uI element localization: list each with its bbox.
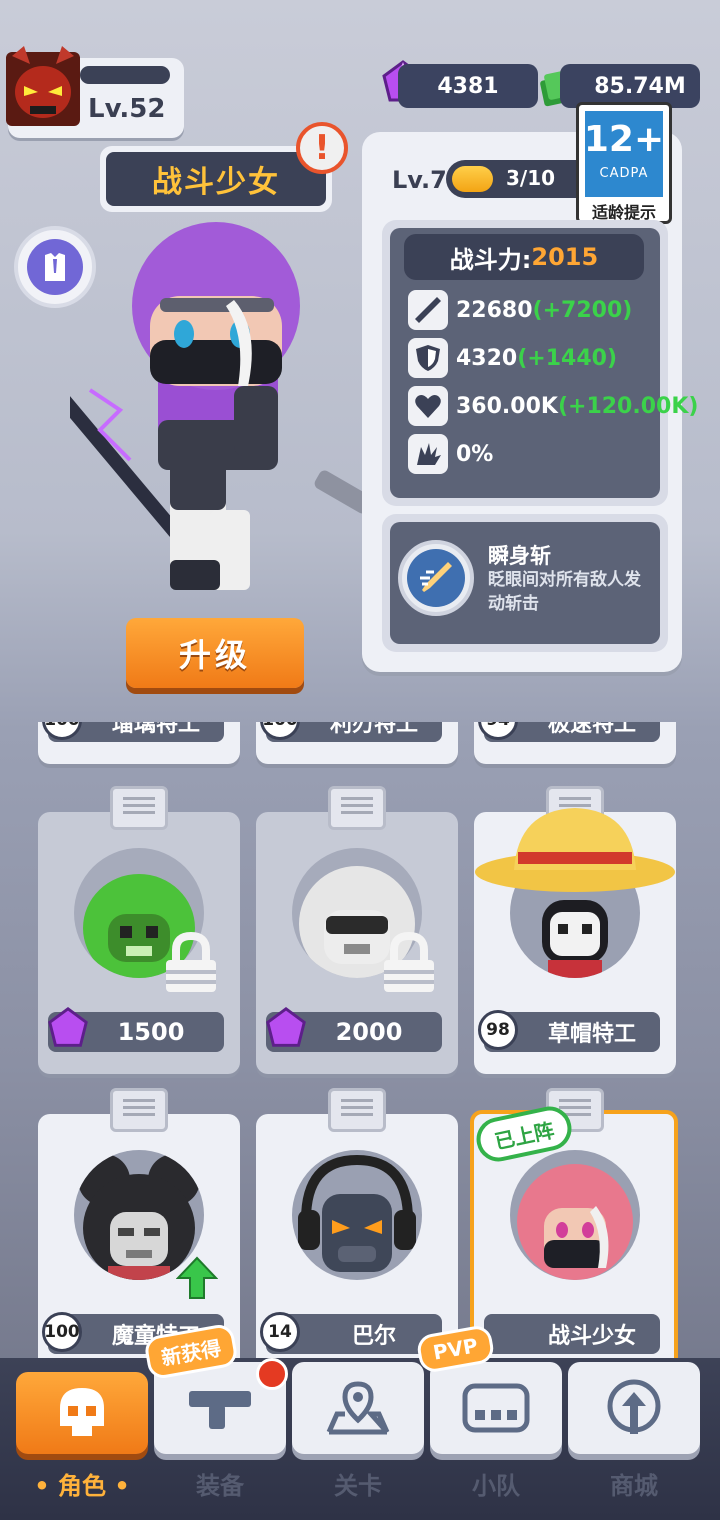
character-xp-text: 3/10 xyxy=(506,166,556,190)
nav-label-squad: 小队 xyxy=(472,1472,520,1500)
roster-card-level: 98 xyxy=(478,1010,518,1050)
combat-power-value: 2015 xyxy=(531,243,599,271)
map-icon xyxy=(326,1381,390,1435)
age-rating-badge[interactable]: 12+ CADPA 适龄提示 xyxy=(576,102,672,224)
straw-hat xyxy=(475,808,675,892)
card-clip xyxy=(110,1088,168,1132)
roster-card[interactable]: 极速特工 94 xyxy=(474,722,676,764)
stat-row-health: 360.00K (+120.00K) xyxy=(408,386,698,426)
notification-dot xyxy=(256,1358,288,1390)
roster-card-alien[interactable]: 1500 xyxy=(38,786,240,1074)
dash-slash-icon xyxy=(420,562,452,592)
team-icon xyxy=(462,1383,530,1433)
upgrade-button[interactable]: 升级 xyxy=(126,618,304,688)
shirt-icon xyxy=(45,253,65,281)
gem-balance[interactable]: 4381 xyxy=(398,64,538,108)
crit-icon xyxy=(408,434,448,474)
defense-value: 4320 xyxy=(456,345,518,371)
roster-card-level: 14 xyxy=(260,1312,300,1352)
attack-icon xyxy=(408,290,448,330)
skill-name: 瞬身斩 xyxy=(488,544,551,568)
character-roster[interactable]: 瑠璃特工 100 利刃特工 100 极速特工 94 1500 xyxy=(0,722,720,1372)
nav-label-stages: 关卡 xyxy=(334,1472,382,1500)
alert-icon[interactable]: ! xyxy=(296,122,348,174)
health-icon xyxy=(408,386,448,426)
gem-icon xyxy=(48,1007,88,1047)
defense-icon xyxy=(408,338,448,378)
stat-row-crit: 0% xyxy=(408,434,493,474)
card-clip xyxy=(328,1088,386,1132)
character-xp-fill xyxy=(452,166,494,192)
roster-card-name: 战斗少女 xyxy=(484,1314,660,1354)
nav-label-shop: 商城 xyxy=(610,1472,658,1500)
stat-row-defense: 4320 (+1440) xyxy=(408,338,617,378)
roster-card-bal[interactable]: 巴尔 14 xyxy=(256,1088,458,1372)
skull-icon xyxy=(60,1388,104,1436)
roster-card-battle-girl[interactable]: 已上阵 战斗少女 xyxy=(470,1088,678,1372)
roster-card[interactable]: 利刃特工 100 xyxy=(256,722,458,764)
nav-label-equipment: 装备 xyxy=(196,1472,244,1500)
card-clip xyxy=(328,786,386,830)
crit-value: 0% xyxy=(456,441,494,467)
skill-description: 眨眼间对所有敌人发动斩击 xyxy=(488,570,641,614)
nav-tab-shop[interactable] xyxy=(568,1362,700,1454)
skill-icon[interactable] xyxy=(398,540,474,616)
age-rating: 12+ xyxy=(583,119,665,160)
lock-icon xyxy=(384,932,434,992)
player-level: Lv.52 xyxy=(88,94,166,124)
age-rating-org: CADPA xyxy=(599,166,649,181)
player-avatar[interactable] xyxy=(2,46,94,130)
gem-icon xyxy=(266,1007,306,1047)
character-level: Lv.7 xyxy=(392,166,447,194)
lock-icon xyxy=(166,932,216,992)
nav-tab-stages[interactable] xyxy=(292,1362,424,1454)
roster-card-strawhat[interactable]: 草帽特工 98 xyxy=(474,786,676,1074)
roster-card-level: 100 xyxy=(42,1312,82,1352)
nav-label-character: • 角色 • xyxy=(34,1472,130,1500)
nav-tab-squad[interactable] xyxy=(430,1362,562,1454)
nav-tab-character[interactable] xyxy=(16,1372,148,1454)
shop-icon xyxy=(607,1379,661,1434)
gun-icon xyxy=(189,1391,251,1429)
upgrade-available-icon xyxy=(176,1256,218,1299)
attack-bonus: (+7200) xyxy=(532,297,633,323)
combat-power: 战斗力: 2015 xyxy=(404,234,644,280)
attack-value: 22680 xyxy=(456,297,533,323)
character-model xyxy=(70,222,373,590)
defense-bonus: (+1440) xyxy=(517,345,618,371)
health-value: 360.00K xyxy=(456,393,558,419)
portrait-battle-girl xyxy=(510,1150,640,1280)
roster-card[interactable]: 瑠璃特工 100 xyxy=(38,722,240,764)
stat-row-attack: 22680 (+7200) xyxy=(408,290,632,330)
portrait-bal xyxy=(292,1150,422,1280)
character-name: 战斗少女 xyxy=(106,152,326,206)
combat-power-label: 战斗力: xyxy=(449,245,532,274)
roster-card-hood[interactable]: 2000 xyxy=(256,786,458,1074)
card-clip xyxy=(110,786,168,830)
health-bonus: (+120.00K) xyxy=(557,393,699,419)
